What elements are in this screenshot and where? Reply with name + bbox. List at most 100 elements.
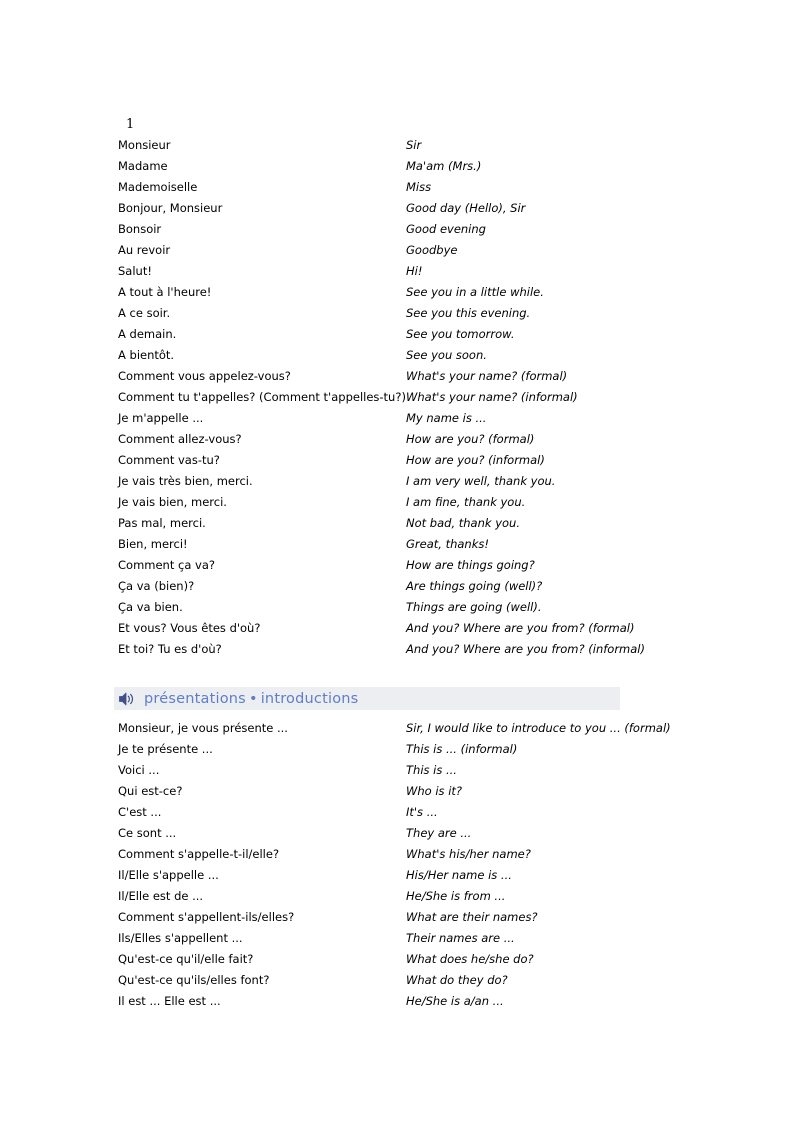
vocabulary-row: Ça va (bien)? Are things going (well)?: [118, 576, 718, 597]
vocabulary-table-introductions: Monsieur, je vous présente ... Sir, I wou…: [118, 718, 718, 1012]
vocabulary-french-term: A tout à l'heure!: [118, 285, 212, 299]
vocabulary-english-translation: Are things going (well)?: [406, 579, 543, 593]
vocabulary-english-translation: What's his/her name?: [406, 847, 531, 861]
vocabulary-rows-introductions: Monsieur, je vous présente ... Sir, I wou…: [118, 718, 718, 1012]
vocabulary-english-translation: Their names are ...: [406, 931, 515, 945]
vocabulary-french-term: Comment tu t'appelles? (Comment t'appell…: [118, 390, 406, 404]
vocabulary-english-translation: I am very well, thank you.: [406, 474, 556, 488]
vocabulary-english-translation: Things are going (well).: [406, 600, 542, 614]
vocabulary-english-translation: What's your name? (formal): [406, 369, 568, 383]
vocabulary-french-term: Ils/Elles s'appellent ...: [118, 931, 243, 945]
vocabulary-row: Qui est-ce? Who is it?: [118, 781, 718, 802]
vocabulary-french-term: Ça va bien.: [118, 600, 183, 614]
section-header-introductions[interactable]: présentations • introductions: [114, 687, 620, 710]
vocabulary-english-translation: What do they do?: [406, 973, 508, 987]
speaker-audio-icon[interactable]: [118, 691, 136, 707]
vocabulary-french-term: Comment ça va?: [118, 558, 215, 572]
vocabulary-row: Comment vous appelez-vous? What's your na…: [118, 366, 718, 387]
vocabulary-row: Voici ... This is ...: [118, 760, 718, 781]
section-title-separator: •: [248, 690, 258, 707]
vocabulary-row: Il/Elle s'appelle ... His/Her name is ...: [118, 865, 718, 886]
vocabulary-french-term: C'est ...: [118, 805, 162, 819]
vocabulary-english-translation: See you tomorrow.: [406, 327, 515, 341]
vocabulary-row: Bonsoir Good evening: [118, 219, 718, 240]
vocabulary-english-translation: Sir: [406, 138, 422, 152]
vocabulary-french-term: Monsieur: [118, 138, 171, 152]
vocabulary-english-translation: My name is ...: [406, 411, 487, 425]
vocabulary-row: Qu'est-ce qu'il/elle fait? What does he/s…: [118, 949, 718, 970]
vocabulary-row: Il est ... Elle est ... He/She is a/an ..…: [118, 991, 718, 1012]
vocabulary-english-translation: They are ...: [406, 826, 472, 840]
vocabulary-row: Monsieur, je vous présente ... Sir, I wou…: [118, 718, 718, 739]
vocabulary-row: Ils/Elles s'appellent ... Their names are…: [118, 928, 718, 949]
vocabulary-row: Il/Elle est de ... He/She is from ...: [118, 886, 718, 907]
section-title-english: introductions: [260, 690, 359, 707]
vocabulary-english-translation: And you? Where are you from? (formal): [406, 621, 635, 635]
vocabulary-row: Pas mal, merci. Not bad, thank you.: [118, 513, 718, 534]
vocabulary-english-translation: Who is it?: [406, 784, 463, 798]
vocabulary-french-term: Je vais bien, merci.: [118, 495, 227, 509]
vocabulary-english-translation: Good day (Hello), Sir: [406, 201, 526, 215]
vocabulary-french-term: Salut!: [118, 264, 152, 278]
vocabulary-english-translation: This is ...: [406, 763, 457, 777]
page-marker: 1: [126, 117, 135, 132]
section-title-introductions: présentations • introductions: [144, 691, 358, 707]
vocabulary-row: Monsieur Sir: [118, 135, 718, 156]
vocabulary-english-translation: What are their names?: [406, 910, 538, 924]
vocabulary-row: Je te présente ... This is ... (informal): [118, 739, 718, 760]
vocabulary-row: Madame Ma'am (Mrs.): [118, 156, 718, 177]
vocabulary-french-term: Ce sont ...: [118, 826, 177, 840]
vocabulary-english-translation: Sir, I would like to introduce to you ..…: [406, 721, 671, 735]
vocabulary-french-term: Comment vous appelez-vous?: [118, 369, 291, 383]
vocabulary-french-term: Il est ... Elle est ...: [118, 994, 221, 1008]
vocabulary-row: A bientôt. See you soon.: [118, 345, 718, 366]
vocabulary-row: Comment s'appelle-t-il/elle? What's his/h…: [118, 844, 718, 865]
vocabulary-french-term: A ce soir.: [118, 306, 171, 320]
vocabulary-english-translation: Ma'am (Mrs.): [406, 159, 482, 173]
vocabulary-table-greetings: Monsieur Sir Madame Ma'am (Mrs.) Mademoisell…: [118, 135, 718, 660]
vocabulary-french-term: Bonsoir: [118, 222, 162, 236]
vocabulary-row: Ce sont ... They are ...: [118, 823, 718, 844]
vocabulary-french-term: Je m'appelle ...: [118, 411, 204, 425]
vocabulary-english-translation: How are things going?: [406, 558, 535, 572]
vocabulary-english-translation: His/Her name is ...: [406, 868, 512, 882]
vocabulary-french-term: Pas mal, merci.: [118, 516, 206, 530]
vocabulary-row: Qu'est-ce qu'ils/elles font? What do they…: [118, 970, 718, 991]
vocabulary-french-term: Au revoir: [118, 243, 171, 257]
vocabulary-english-translation: How are you? (formal): [406, 432, 535, 446]
vocabulary-english-translation: What's your name? (informal): [406, 390, 578, 404]
vocabulary-french-term: Comment s'appelle-t-il/elle?: [118, 847, 280, 861]
vocabulary-french-term: Monsieur, je vous présente ...: [118, 721, 288, 735]
vocabulary-row: Je vais très bien, merci. I am very well,…: [118, 471, 718, 492]
vocabulary-french-term: Comment allez-vous?: [118, 432, 242, 446]
vocabulary-row: Et toi? Tu es d'où? And you? Where are yo…: [118, 639, 718, 660]
vocabulary-row: Comment s'appellent-ils/elles? What are t…: [118, 907, 718, 928]
vocabulary-english-translation: It's ...: [406, 805, 438, 819]
vocabulary-french-term: Mademoiselle: [118, 180, 198, 194]
vocabulary-french-term: Bien, merci!: [118, 537, 188, 551]
vocabulary-english-translation: Not bad, thank you.: [406, 516, 520, 530]
vocabulary-row: Comment allez-vous? How are you? (formal): [118, 429, 718, 450]
section-title-french: présentations: [144, 690, 246, 707]
vocabulary-row: Je m'appelle ... My name is ...: [118, 408, 718, 429]
vocabulary-english-translation: See you soon.: [406, 348, 487, 362]
vocabulary-row: Et vous? Vous êtes d'où? And you? Where a…: [118, 618, 718, 639]
vocabulary-row: Au revoir Goodbye: [118, 240, 718, 261]
vocabulary-french-term: Je te présente ...: [118, 742, 213, 756]
vocabulary-row: Bonjour, Monsieur Good day (Hello), Sir: [118, 198, 718, 219]
vocabulary-row: C'est ... It's ...: [118, 802, 718, 823]
vocabulary-row: A tout à l'heure! See you in a little whi…: [118, 282, 718, 303]
vocabulary-row: Salut! Hi!: [118, 261, 718, 282]
vocabulary-french-term: Voici ...: [118, 763, 160, 777]
vocabulary-french-term: Qui est-ce?: [118, 784, 183, 798]
vocabulary-french-term: Madame: [118, 159, 168, 173]
vocabulary-english-translation: How are you? (informal): [406, 453, 545, 467]
vocabulary-french-term: Qu'est-ce qu'ils/elles font?: [118, 973, 270, 987]
vocabulary-rows-greetings: Monsieur Sir Madame Ma'am (Mrs.) Mademoisell…: [118, 135, 718, 660]
vocabulary-row: Ça va bien. Things are going (well).: [118, 597, 718, 618]
vocabulary-french-term: Et vous? Vous êtes d'où?: [118, 621, 261, 635]
vocabulary-english-translation: See you in a little while.: [406, 285, 544, 299]
vocabulary-row: A ce soir. See you this evening.: [118, 303, 718, 324]
vocabulary-english-translation: Hi!: [406, 264, 423, 278]
vocabulary-row: A demain. See you tomorrow.: [118, 324, 718, 345]
